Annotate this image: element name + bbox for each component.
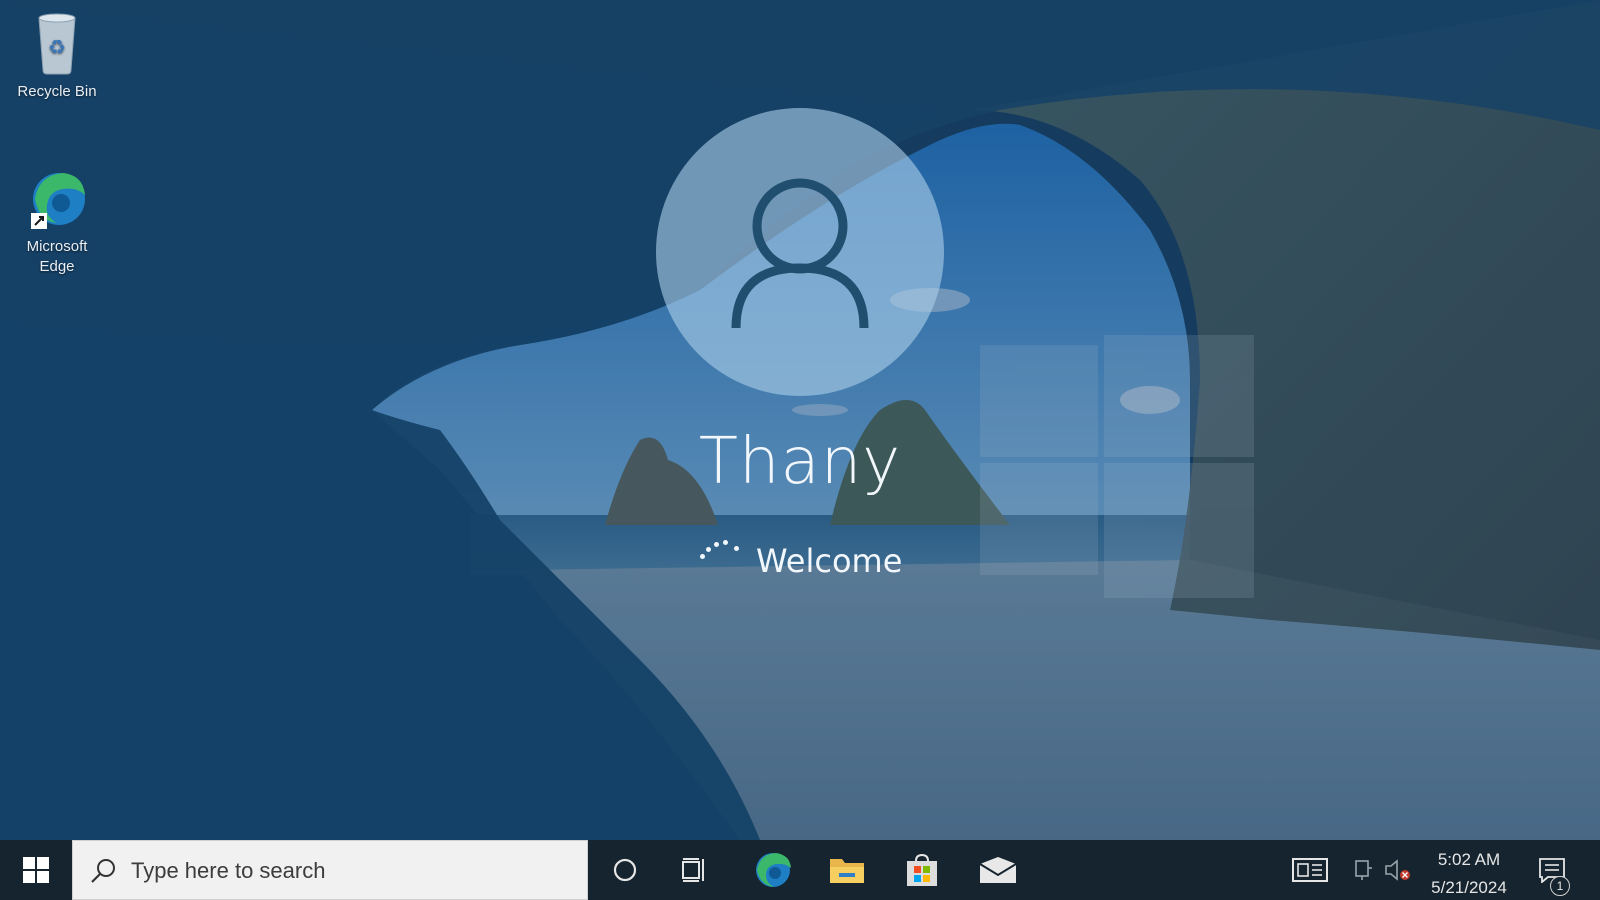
task-view-button[interactable]: [660, 840, 730, 900]
cortana-icon: [613, 858, 637, 882]
cortana-button[interactable]: [590, 840, 660, 900]
mail-icon: [979, 857, 1017, 883]
volume-muted-icon: [1385, 859, 1410, 881]
taskbar-search-box[interactable]: [72, 840, 588, 900]
task-view-icon: [682, 858, 704, 882]
svg-text:♻: ♻: [48, 35, 66, 59]
desktop-icon-recycle-bin[interactable]: ♻ Recycle Bin: [7, 10, 107, 102]
edge-icon: [756, 853, 791, 887]
network-button[interactable]: [1350, 840, 1376, 900]
network-icon: [1355, 860, 1372, 880]
welcome-text: Welcome: [756, 542, 903, 580]
user-name: Thany: [698, 425, 902, 499]
news-widget-button[interactable]: [1290, 840, 1330, 900]
welcome-status: Welcome: [680, 538, 940, 588]
user-avatar: [656, 108, 944, 396]
edge-icon: [27, 165, 87, 231]
user-avatar-icon: [731, 178, 869, 329]
news-widget-icon: [1292, 858, 1328, 882]
loading-spinner-icon: [700, 538, 746, 562]
windows-start-icon: [23, 857, 49, 883]
taskbar-edge-button[interactable]: [738, 840, 808, 900]
microsoft-store-button[interactable]: [887, 840, 957, 900]
notification-count-badge: 1: [1550, 876, 1570, 896]
recycle-bin-icon: ♻: [27, 10, 87, 76]
desktop-icon-microsoft-edge[interactable]: Microsoft Edge: [7, 165, 107, 278]
clock-date: 5/21/2024: [1431, 878, 1507, 897]
taskbar-clock[interactable]: 5:02 AM 5/21/2024: [1410, 846, 1528, 900]
file-explorer-button[interactable]: [812, 840, 882, 900]
search-icon: [91, 859, 115, 883]
start-button[interactable]: [0, 840, 72, 900]
file-explorer-icon: [830, 859, 864, 883]
taskbar: 5:02 AM 5/21/2024 1: [0, 840, 1600, 900]
store-icon: [907, 853, 937, 886]
desktop-icon-label: Recycle Bin: [17, 83, 97, 100]
clock-time: 5:02 AM: [1437, 850, 1501, 869]
search-input[interactable]: [131, 853, 571, 889]
mail-button[interactable]: [963, 840, 1033, 900]
desktop-icon-label: Microsoft Edge: [26, 238, 88, 276]
